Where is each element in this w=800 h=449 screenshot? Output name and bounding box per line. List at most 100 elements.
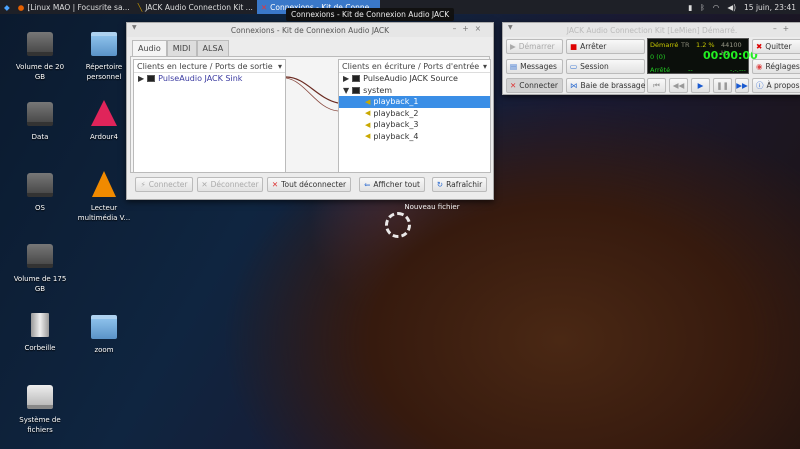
drive-icon <box>27 244 53 268</box>
input-ports-panel[interactable]: Clients en écriture / Ports d'entrée ▾ ▶ P… <box>338 59 491 173</box>
disconnect-button[interactable]: ✕ Déconnecter <box>197 177 263 192</box>
firefox-icon: ● <box>17 2 25 12</box>
tab-midi[interactable]: MIDI <box>166 40 197 56</box>
output-ports-header[interactable]: Clients en lecture / Ports de sortie ▾ <box>134 60 285 73</box>
task-jack[interactable]: ╲ JACK Audio Connection Kit ... <box>134 0 257 14</box>
folder-icon: ▭ <box>570 62 578 71</box>
collapse-icon[interactable]: ▼ <box>343 86 349 95</box>
port-item[interactable]: ◀ playback_4 <box>339 131 490 143</box>
trash-icon <box>31 313 49 337</box>
jack-window: ▼ JACK Audio Connection Kit [LeMien] Déma… <box>502 22 800 95</box>
vlc-icon <box>92 171 116 197</box>
client-icon <box>352 75 361 83</box>
quit-button[interactable]: ✖ Quitter <box>752 39 800 54</box>
about-button[interactable]: ⓘÀ propos... <box>752 78 800 93</box>
show-all-button[interactable]: ⇐ Afficher tout <box>359 177 425 192</box>
desktop-icon-ardour[interactable]: Ardour4 <box>74 100 134 142</box>
play-icon: ▶ <box>510 42 516 51</box>
tab-alsa[interactable]: ALSA <box>196 40 230 56</box>
refresh-button[interactable]: ↻ Rafraîchir <box>432 177 487 192</box>
wifi-icon[interactable]: ◠ <box>713 3 720 12</box>
close-icon: ✖ <box>756 42 763 51</box>
rewind-button[interactable]: ◀◀ <box>669 78 688 93</box>
expand-all-icon: ⇐ <box>364 180 371 189</box>
unplug-icon: ✕ <box>201 180 208 189</box>
port-item[interactable]: ◀ playback_2 <box>339 108 490 120</box>
desktop-icon-home[interactable]: Répertoire personnel <box>74 32 134 82</box>
status-display: Démarré TR 1.2 % 44100 Hz 0 (0) 00:00:00… <box>647 38 758 74</box>
forward-button[interactable]: ▶▶ <box>735 78 749 93</box>
battery-icon[interactable]: ▮ <box>688 3 692 12</box>
drive-icon <box>27 385 53 409</box>
jack-icon: ╲ <box>137 2 143 12</box>
disconnect-all-icon: ✕ <box>271 180 279 189</box>
connections-titlebar[interactable]: ▼ Connexions - Kit de Connexion Audio JAC… <box>127 23 493 37</box>
output-ports-panel[interactable]: Clients en lecture / Ports de sortie ▾ ▶ P… <box>133 59 286 173</box>
desktop-icon-trash[interactable]: Corbeille <box>10 313 70 353</box>
window-menu-icon[interactable]: ▼ <box>508 24 513 31</box>
port-item[interactable]: ◀ playback_3 <box>339 119 490 131</box>
desktop-icon-volume-20gb[interactable]: Volume de 20 GB <box>10 32 70 82</box>
speaker-icon: ◀ <box>365 132 371 141</box>
tooltip: Connexions - Kit de Connexion Audio JACK <box>286 8 455 21</box>
output-client-item[interactable]: ▶ PulseAudio JACK Sink <box>134 73 285 85</box>
rewind-start-button[interactable]: ⏮ <box>647 78 666 93</box>
disconnect-all-button[interactable]: ✕ Tout déconnecter <box>267 177 351 192</box>
bluetooth-icon[interactable]: ᛒ <box>700 3 705 12</box>
desktop-icon-new-file[interactable]: Nouveau fichier <box>402 202 462 212</box>
desktop-icon-volume-175gb[interactable]: Volume de 175 GB <box>10 244 70 294</box>
tab-audio[interactable]: Audio <box>132 40 167 56</box>
ardour-icon <box>91 100 117 126</box>
pause-button[interactable]: ❚❚ <box>713 78 732 93</box>
patchbay-icon: ⋈ <box>570 81 578 90</box>
drive-icon <box>27 173 53 197</box>
stop-button[interactable]: ■ Arrêter <box>566 39 645 54</box>
connect-button[interactable]: ✕ Connecter <box>506 78 563 93</box>
jack-titlebar[interactable]: ▼ JACK Audio Connection Kit [LeMien] Déma… <box>503 23 800 37</box>
speaker-icon: ◀ <box>365 97 371 106</box>
folder-icon <box>91 315 117 339</box>
rewind-icon: ◀◀ <box>672 81 685 90</box>
port-item[interactable]: ◀ playback_1 <box>339 96 490 108</box>
volume-icon[interactable]: ◀) <box>727 3 736 12</box>
expand-icon[interactable]: ▶ <box>343 74 349 83</box>
connect-icon: ✕ <box>510 81 517 90</box>
patchbay-button[interactable]: ⋈ Baie de brassage <box>566 78 645 93</box>
dropdown-icon[interactable]: ▾ <box>278 62 282 71</box>
desktop-icon-vlc[interactable]: Lecteur multimédia V... <box>74 171 134 223</box>
task-firefox[interactable]: ● [Linux MAO | Focusrite sa... <box>14 0 134 14</box>
stop-icon: ■ <box>570 42 578 51</box>
drive-icon <box>27 32 53 56</box>
window-controls[interactable]: –+ <box>773 24 795 33</box>
speaker-icon: ◀ <box>365 109 371 118</box>
settings-icon: ◉ <box>756 62 763 71</box>
input-client-item[interactable]: ▶ PulseAudio JACK Source <box>339 73 490 85</box>
window-controls[interactable]: –+× <box>453 24 487 33</box>
start-menu-icon[interactable]: ◆ <box>0 0 14 14</box>
expand-icon[interactable]: ▶ <box>138 74 144 83</box>
refresh-icon: ↻ <box>436 180 444 189</box>
plug-icon: ⚡ <box>140 180 146 189</box>
dropdown-icon[interactable]: ▾ <box>483 62 487 71</box>
client-icon <box>147 75 156 83</box>
start-button[interactable]: ▶ Démarrer <box>506 39 563 54</box>
desktop-icon-zoom[interactable]: zoom <box>74 315 134 355</box>
clock[interactable]: 15 juin, 23:41 <box>744 3 796 12</box>
settings-button[interactable]: ◉Réglages... <box>752 59 800 74</box>
desktop-icon-data[interactable]: Data <box>10 102 70 142</box>
input-ports-header[interactable]: Clients en écriture / Ports d'entrée ▾ <box>339 60 490 73</box>
window-menu-icon[interactable]: ▼ <box>132 24 137 31</box>
connections-window: ▼ Connexions - Kit de Connexion Audio JAC… <box>126 22 494 200</box>
input-client-item[interactable]: ▼ system <box>339 85 490 97</box>
play-button[interactable]: ▶ <box>691 78 710 93</box>
messages-button[interactable]: ▤ Messages <box>506 59 563 74</box>
session-button[interactable]: ▭ Session <box>566 59 645 74</box>
ubuntu-logo-icon <box>385 212 411 238</box>
speaker-icon: ◀ <box>365 120 371 129</box>
connection-lines <box>286 76 338 112</box>
connect-button[interactable]: ⚡ Connecter <box>135 177 193 192</box>
client-icon <box>352 86 361 94</box>
desktop-icon-os[interactable]: OS <box>10 173 70 213</box>
home-folder-icon <box>91 32 117 56</box>
desktop-icon-filesystem[interactable]: Système de fichiers <box>10 385 70 435</box>
